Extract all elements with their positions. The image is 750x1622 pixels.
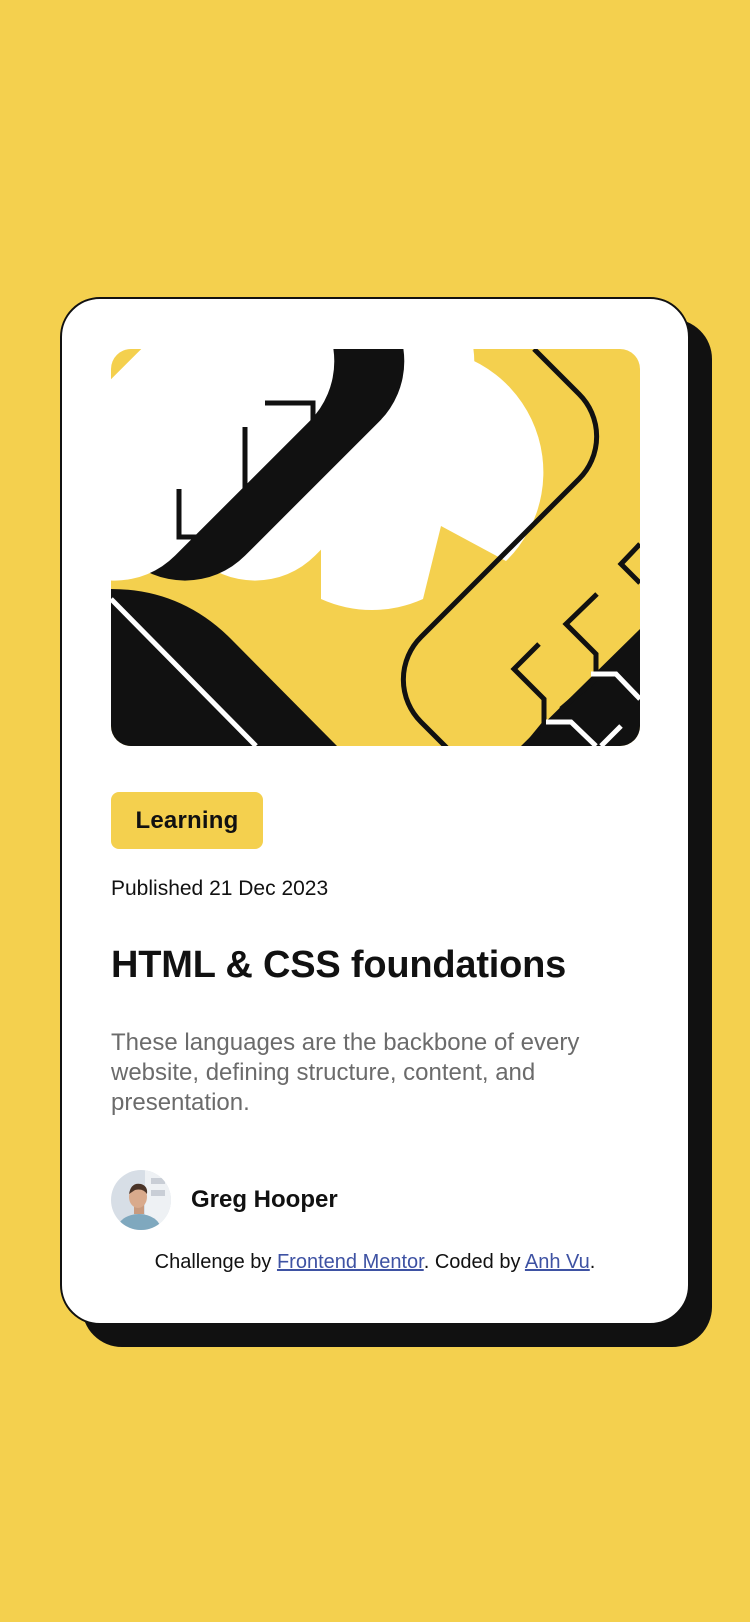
frontend-mentor-link[interactable]: Frontend Mentor xyxy=(277,1251,424,1273)
article-description: These languages are the backbone of ever… xyxy=(111,1029,580,1116)
category-tag: Learning xyxy=(111,792,263,849)
published-date: Published 21 Dec 2023 xyxy=(111,877,329,900)
attribution-suffix: . xyxy=(589,1251,596,1273)
author-name: Greg Hooper xyxy=(191,1186,338,1213)
avatar xyxy=(111,1170,171,1230)
attribution-middle: . Coded by xyxy=(423,1251,525,1273)
article-title[interactable]: HTML & CSS foundations xyxy=(111,944,566,987)
attribution: Challenge by Frontend Mentor. Coded by A… xyxy=(62,1251,688,1274)
blog-preview-card: Learning Published 21 Dec 2023 HTML & CS… xyxy=(60,297,690,1325)
attribution-prefix: Challenge by xyxy=(154,1251,277,1273)
hero-illustration xyxy=(111,349,640,746)
author-link[interactable]: Anh Vu xyxy=(525,1251,590,1273)
